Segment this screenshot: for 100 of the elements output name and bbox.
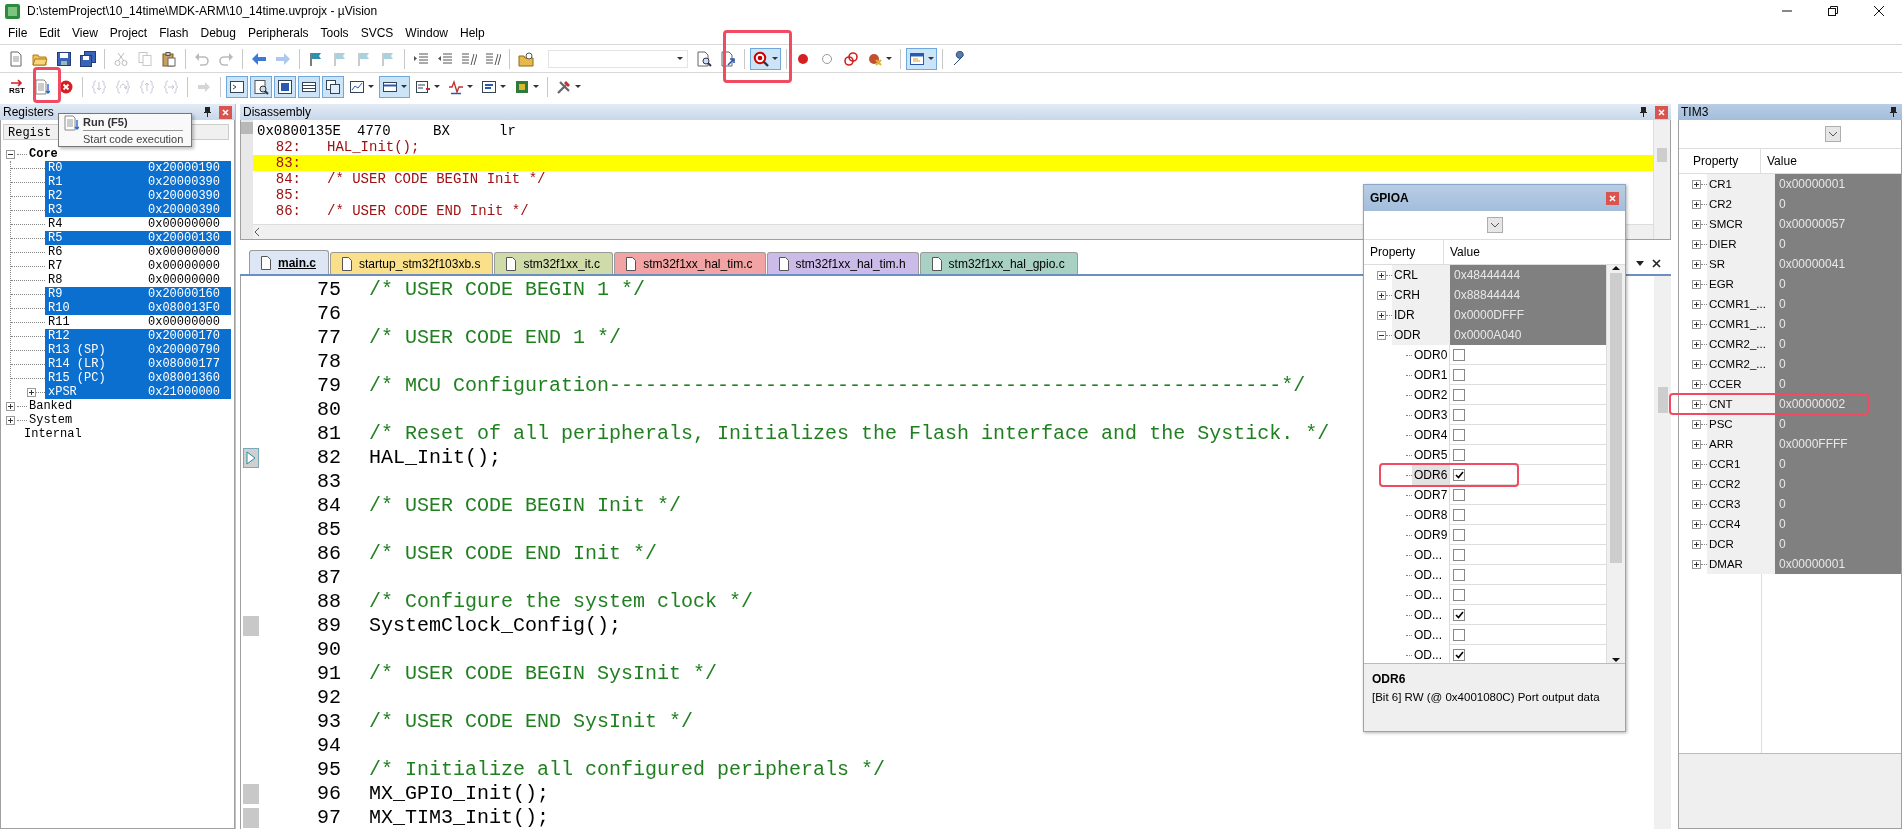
file-tab[interactable]: stm32f1xx_hal_tim.h bbox=[766, 252, 919, 274]
menu-item[interactable]: Window bbox=[399, 24, 454, 42]
file-tab[interactable]: main.c bbox=[249, 250, 329, 274]
register-name[interactable]: R11 bbox=[45, 315, 148, 329]
tree-item[interactable]: Banked bbox=[29, 399, 73, 413]
symbols-button[interactable] bbox=[274, 75, 296, 98]
property-name[interactable]: CCR4 bbox=[1707, 514, 1775, 534]
checkbox[interactable] bbox=[1453, 508, 1465, 521]
tree-item[interactable]: Core bbox=[29, 147, 58, 161]
expand-icon[interactable] bbox=[27, 387, 36, 397]
register-name[interactable]: R13 (SP) bbox=[45, 343, 148, 357]
property-name[interactable]: ODR bbox=[1392, 325, 1450, 345]
tree-item[interactable]: System bbox=[29, 413, 73, 427]
expand-icon[interactable] bbox=[1377, 310, 1386, 320]
menu-item[interactable]: File bbox=[2, 24, 34, 42]
bit-name[interactable]: ODR6 bbox=[1412, 465, 1449, 485]
property-name[interactable]: EGR bbox=[1707, 274, 1775, 294]
close-icon[interactable] bbox=[1873, 5, 1885, 17]
property-name[interactable]: DMAR bbox=[1707, 554, 1775, 574]
tree-item[interactable]: Internal bbox=[24, 427, 82, 441]
property-name[interactable]: CCMR2_... bbox=[1707, 354, 1775, 374]
collapse-icon[interactable] bbox=[1377, 330, 1386, 340]
expand-icon[interactable] bbox=[1692, 299, 1701, 309]
checkbox[interactable] bbox=[1453, 368, 1465, 381]
property-name[interactable]: PSC bbox=[1707, 414, 1775, 434]
expand-icon[interactable] bbox=[1692, 479, 1701, 489]
scrollbar[interactable] bbox=[1654, 276, 1671, 829]
file-tab[interactable]: startup_stm32f103xb.s bbox=[330, 252, 494, 274]
menu-item[interactable]: View bbox=[66, 24, 104, 42]
menu-item[interactable]: Tools bbox=[314, 24, 355, 42]
property-name[interactable]: SMCR bbox=[1707, 214, 1775, 234]
scroll-up-icon[interactable] bbox=[1611, 265, 1621, 271]
expand-icon[interactable] bbox=[1692, 499, 1701, 509]
expand-icon[interactable] bbox=[1692, 459, 1701, 469]
checkbox[interactable] bbox=[1453, 528, 1465, 541]
register-name[interactable]: R4 bbox=[45, 217, 148, 231]
property-name[interactable]: CNT bbox=[1707, 394, 1775, 414]
pin-icon[interactable] bbox=[202, 106, 213, 118]
disassembly-button[interactable] bbox=[250, 75, 272, 98]
register-name[interactable]: R9 bbox=[45, 287, 148, 301]
menu-item[interactable]: Peripherals bbox=[241, 24, 315, 42]
expand-icon[interactable] bbox=[1692, 259, 1701, 269]
expand-icon[interactable] bbox=[1377, 270, 1386, 280]
register-name[interactable]: R10 bbox=[45, 301, 148, 315]
checkbox[interactable] bbox=[1453, 408, 1465, 421]
checkbox[interactable] bbox=[1453, 388, 1465, 401]
checkbox[interactable] bbox=[1453, 488, 1465, 501]
checkbox[interactable] bbox=[1453, 648, 1465, 661]
checkbox[interactable] bbox=[1453, 548, 1465, 561]
property-name[interactable]: CR1 bbox=[1707, 174, 1775, 194]
expand-icon[interactable] bbox=[1692, 399, 1701, 409]
expand-icon[interactable] bbox=[1692, 199, 1701, 209]
checkbox[interactable] bbox=[1453, 588, 1465, 601]
expand-icon[interactable] bbox=[1692, 359, 1701, 369]
restore-icon[interactable] bbox=[1827, 5, 1839, 17]
property-name[interactable]: CCR3 bbox=[1707, 494, 1775, 514]
expand-icon[interactable] bbox=[1692, 419, 1701, 429]
property-name[interactable]: SR bbox=[1707, 254, 1775, 274]
menu-item[interactable]: Project bbox=[103, 24, 154, 42]
expand-icon[interactable] bbox=[1692, 239, 1701, 249]
window-layout-button[interactable] bbox=[906, 47, 937, 70]
property-name[interactable]: CRH bbox=[1392, 285, 1450, 305]
menu-item[interactable]: Edit bbox=[33, 24, 67, 42]
pin-icon[interactable] bbox=[1638, 106, 1649, 118]
property-name[interactable]: DIER bbox=[1707, 234, 1775, 254]
property-name[interactable]: IDR bbox=[1392, 305, 1450, 325]
checkbox[interactable] bbox=[1453, 468, 1465, 481]
checkbox[interactable] bbox=[1453, 448, 1465, 461]
property-name[interactable]: DCR bbox=[1707, 534, 1775, 554]
register-name[interactable]: R6 bbox=[45, 245, 148, 259]
registers-button[interactable] bbox=[298, 75, 320, 98]
property-name[interactable]: CCR2 bbox=[1707, 474, 1775, 494]
collapse-icon[interactable] bbox=[6, 149, 15, 159]
expand-icon[interactable] bbox=[1692, 319, 1701, 329]
scrollbar-thumb[interactable] bbox=[1657, 148, 1667, 162]
register-name[interactable]: R7 bbox=[45, 259, 148, 273]
expand-icon[interactable] bbox=[1692, 559, 1701, 569]
expand-icon[interactable] bbox=[1692, 539, 1701, 549]
register-name[interactable]: R14 (LR) bbox=[45, 357, 148, 371]
scrollbar[interactable] bbox=[1606, 265, 1625, 663]
dropdown-field[interactable] bbox=[548, 49, 688, 68]
file-tab[interactable]: stm32f1xx_hal_gpio.c bbox=[919, 252, 1078, 274]
expand-icon[interactable] bbox=[1692, 439, 1701, 449]
expand-icon[interactable] bbox=[6, 415, 15, 425]
checkbox[interactable] bbox=[1453, 628, 1465, 641]
register-name[interactable]: R1 bbox=[45, 175, 148, 189]
checkbox[interactable] bbox=[1453, 348, 1465, 361]
register-name[interactable]: R5 bbox=[45, 231, 148, 245]
pin-icon[interactable] bbox=[1888, 106, 1899, 118]
expand-icon[interactable] bbox=[1692, 219, 1701, 229]
reset-arrow-button[interactable]: RST bbox=[5, 75, 29, 98]
dropdown-button[interactable] bbox=[1486, 217, 1503, 233]
expand-icon[interactable] bbox=[1692, 379, 1701, 389]
menu-item[interactable]: Flash bbox=[153, 24, 195, 42]
menu-item[interactable]: Debug bbox=[194, 24, 242, 42]
checkbox[interactable] bbox=[1453, 608, 1465, 621]
checkbox[interactable] bbox=[1453, 428, 1465, 441]
debug-button[interactable] bbox=[750, 47, 781, 70]
property-name[interactable]: CR2 bbox=[1707, 194, 1775, 214]
menu-item[interactable]: SVCS bbox=[354, 24, 400, 42]
